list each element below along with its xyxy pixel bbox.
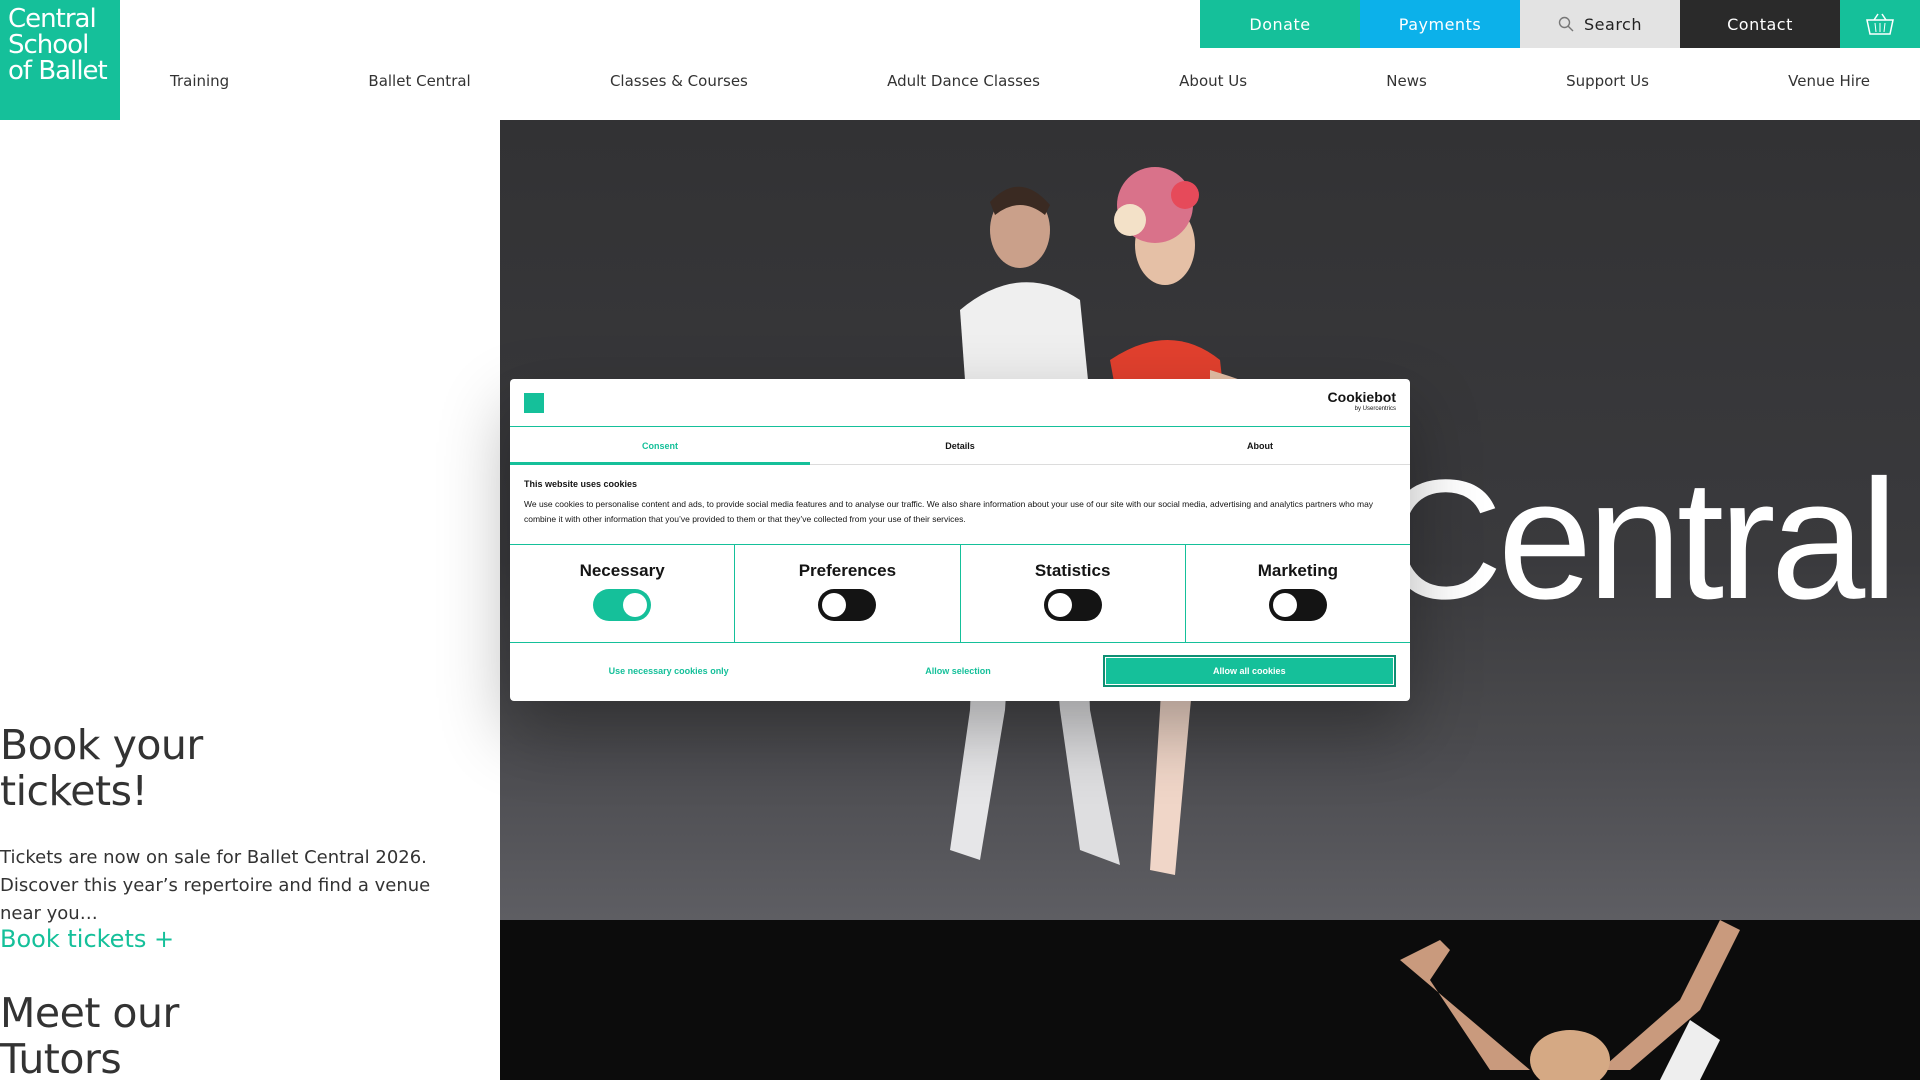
marketing-toggle[interactable] xyxy=(1268,589,1327,621)
cookie-tabs: Consent Details About xyxy=(510,427,1410,465)
cookie-buttons: Use necessary cookies only Allow selecti… xyxy=(510,643,1410,699)
promo-heading: Book your tickets! xyxy=(0,721,203,815)
nav-item-training[interactable]: Training xyxy=(170,72,229,90)
nav-item-support-us[interactable]: Support Us xyxy=(1566,72,1649,90)
tab-consent[interactable]: Consent xyxy=(510,427,810,465)
nav-item-venue-hire[interactable]: Venue Hire xyxy=(1788,72,1870,90)
cookie-options: Necessary Preferences Statistics Marketi… xyxy=(510,545,1410,643)
book-tickets-link[interactable]: Book tickets + xyxy=(0,925,174,953)
search-button[interactable]: Search xyxy=(1520,0,1680,48)
option-statistics: Statistics xyxy=(961,545,1186,642)
cookie-header: Cookiebot by Usercentrics xyxy=(510,379,1410,427)
main-nav: Training Ballet Central Classes & Course… xyxy=(120,72,1920,90)
option-necessary-label: Necessary xyxy=(579,561,665,580)
option-marketing: Marketing xyxy=(1186,545,1410,642)
nav-item-ballet-central[interactable]: Ballet Central xyxy=(368,72,470,90)
logo-line-1: Central xyxy=(8,4,97,34)
option-preferences-label: Preferences xyxy=(798,561,897,580)
cookie-dialog: Cookiebot by Usercentrics Consent Detail… xyxy=(510,379,1410,701)
nav-item-about-us[interactable]: About Us xyxy=(1179,72,1247,90)
use-necessary-only-button[interactable]: Use necessary cookies only xyxy=(524,655,813,687)
nav-item-news[interactable]: News xyxy=(1386,72,1427,90)
option-preferences: Preferences xyxy=(735,545,961,642)
basket-button[interactable] xyxy=(1840,0,1920,48)
logo-line-2: School xyxy=(8,30,89,60)
cookie-title: This website uses cookies xyxy=(524,479,638,489)
utility-bar: Donate Payments Search Contact xyxy=(1200,0,1920,48)
search-label: Search xyxy=(1584,14,1642,34)
nav-item-adult-dance-classes[interactable]: Adult Dance Classes xyxy=(887,72,1040,90)
donate-button[interactable]: Donate xyxy=(1200,0,1360,48)
statistics-toggle[interactable] xyxy=(1043,589,1102,621)
site-logo-small xyxy=(524,392,544,413)
option-marketing-label: Marketing xyxy=(1257,561,1339,580)
tab-details[interactable]: Details xyxy=(810,427,1110,464)
logo-line-3: of Ballet xyxy=(8,56,108,86)
option-necessary: Necessary xyxy=(510,545,736,642)
tutors-heading: Meet our Tutors xyxy=(0,989,179,1080)
allow-selection-button[interactable]: Allow selection xyxy=(813,655,1102,687)
cookiebot-logo: Cookiebot by Usercentrics xyxy=(1328,390,1396,415)
necessary-toggle[interactable] xyxy=(593,589,652,621)
cookie-text: We use cookies to personalise content an… xyxy=(524,499,1374,524)
nav-item-classes-courses[interactable]: Classes & Courses xyxy=(610,72,748,90)
site-logo[interactable]: Central School of Ballet xyxy=(0,0,120,120)
preferences-toggle[interactable] xyxy=(818,589,877,621)
tab-about[interactable]: About xyxy=(1110,427,1410,464)
contact-button[interactable]: Contact xyxy=(1680,0,1840,48)
option-statistics-label: Statistics xyxy=(1034,561,1111,580)
search-icon xyxy=(1558,16,1574,32)
payments-button[interactable]: Payments xyxy=(1360,0,1520,48)
cookie-body: This website uses cookies We use cookies… xyxy=(510,465,1410,545)
promo-description: Tickets are now on sale for Ballet Centr… xyxy=(0,847,431,924)
basket-icon xyxy=(1866,13,1894,35)
allow-all-cookies-button[interactable]: Allow all cookies xyxy=(1102,655,1396,687)
dancer-silhouette xyxy=(1400,920,1740,1080)
secondary-image xyxy=(500,920,1920,1080)
